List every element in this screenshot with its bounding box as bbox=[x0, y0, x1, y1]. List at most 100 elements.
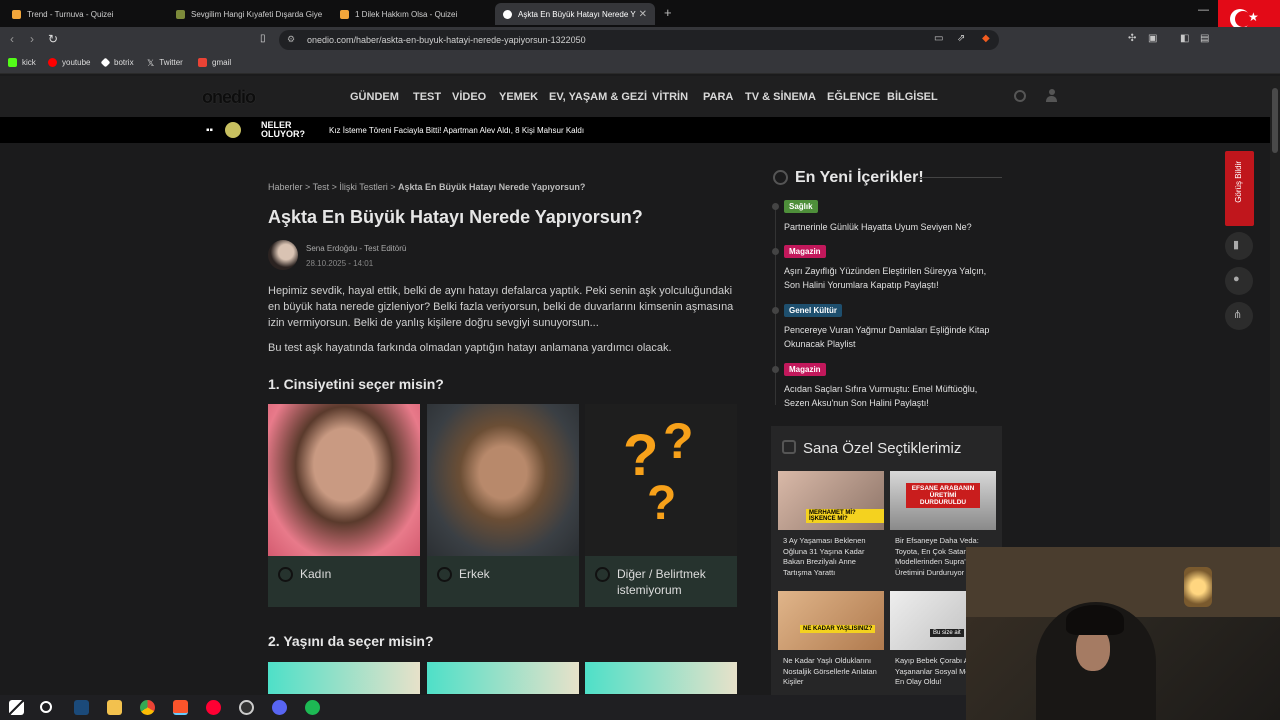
divider bbox=[918, 177, 1002, 178]
nav-link[interactable]: TV & SİNEMA bbox=[745, 91, 816, 103]
share-icon: ⋔ bbox=[1233, 309, 1243, 321]
recommended-card[interactable]: MERHAMET Mİ? İŞKENCE Mİ? 3 Ay Yaşaması B… bbox=[778, 471, 884, 578]
new-tab-button[interactable]: + bbox=[664, 5, 672, 20]
author-name[interactable]: Sena Erdoğdu bbox=[306, 244, 357, 253]
answer-option-erkek[interactable]: Erkek bbox=[427, 404, 579, 607]
sidebar-article-link[interactable]: Aşırı Zayıflığı Yüzünden Eleştirilen Sür… bbox=[784, 264, 1004, 292]
back-arrow-icon[interactable]: ‹ bbox=[10, 32, 14, 46]
forward-arrow-icon[interactable]: › bbox=[30, 32, 34, 46]
youtube-music-icon[interactable] bbox=[206, 700, 221, 715]
answer-option-kadin[interactable]: Kadın bbox=[268, 404, 420, 607]
share-button[interactable]: ⋔ bbox=[1225, 302, 1253, 330]
browser-tab-active[interactable]: Aşkta En Büyük Hatayı Nerede Y ✕ bbox=[495, 3, 655, 25]
nav-link[interactable]: VİDEO bbox=[452, 91, 486, 103]
nav-link[interactable]: YEMEK bbox=[499, 91, 538, 103]
minimize-window-button[interactable]: — bbox=[1198, 4, 1209, 16]
sidebar-article-link[interactable]: Acıdan Saçları Sıfıra Vurmuştu: Emel Müf… bbox=[784, 382, 1004, 410]
card-image: MERHAMET Mİ? İŞKENCE Mİ? bbox=[778, 471, 884, 530]
radio-button[interactable] bbox=[437, 567, 452, 582]
sidebar-toggle-icon[interactable]: ◧ bbox=[1180, 33, 1189, 44]
browser-tab[interactable]: Sevgilim Hangi Kıyafeti Dışarda Giye bbox=[168, 3, 328, 25]
file-explorer-icon[interactable] bbox=[107, 700, 122, 715]
share-icon[interactable]: ⇗ bbox=[957, 33, 965, 44]
save-button[interactable]: ▮ bbox=[1225, 232, 1253, 260]
brave-shield-icon[interactable]: ◆ bbox=[982, 33, 990, 44]
wallet-icon[interactable]: ▣ bbox=[1148, 33, 1157, 44]
latest-content-icon bbox=[773, 170, 788, 185]
breadcrumb-link[interactable]: İlişki Testleri bbox=[339, 182, 387, 192]
onedio-logo[interactable]: onedio bbox=[202, 87, 256, 108]
news-ticker: ▪▪ NELER OLUYOR? Kız İsteme Töreni Facia… bbox=[0, 117, 1270, 143]
discord-icon[interactable] bbox=[272, 700, 287, 715]
address-bar[interactable]: ⚙ onedio.com/haber/askta-en-buyuk-hatayi… bbox=[279, 30, 999, 50]
age-option-image[interactable] bbox=[268, 662, 420, 694]
brave-icon[interactable] bbox=[173, 700, 188, 715]
bookmarks-bar: kick youtube botrix 𝕏 Twitter gmail bbox=[0, 53, 1280, 74]
question-mark-icon: ? bbox=[647, 477, 677, 530]
category-badge[interactable]: Genel Kültür bbox=[784, 304, 843, 317]
card-title: 3 Ay Yaşaması Beklenen Oğluna 31 Yaşına … bbox=[783, 536, 866, 577]
nav-link[interactable]: VİTRİN bbox=[652, 91, 688, 103]
nav-link[interactable]: BİLGİSEL bbox=[887, 91, 938, 103]
bookmark-kick[interactable]: kick bbox=[8, 58, 36, 67]
breadcrumb-link[interactable]: Test bbox=[313, 182, 330, 192]
user-icon[interactable] bbox=[1046, 89, 1057, 102]
chrome-icon[interactable] bbox=[140, 700, 155, 715]
gmail-icon bbox=[198, 58, 207, 67]
search-icon[interactable] bbox=[40, 701, 52, 713]
cast-icon[interactable]: ▭ bbox=[934, 33, 943, 44]
recommended-card[interactable]: NE KADAR YAŞLISINIZ? Ne Kadar Yaşlı Oldu… bbox=[778, 591, 884, 688]
card-overlay-text: NE KADAR YAŞLISINIZ? bbox=[800, 625, 876, 633]
author-avatar[interactable] bbox=[268, 240, 298, 270]
browser-tab[interactable]: Trend - Turnuva - Quizei bbox=[4, 3, 164, 25]
feedback-button[interactable]: Görüş Bildir bbox=[1225, 151, 1254, 226]
nav-link[interactable]: EV, YAŞAM & GEZİ bbox=[549, 91, 647, 103]
spotify-icon[interactable] bbox=[305, 700, 320, 715]
nav-link[interactable]: EĞLENCE bbox=[827, 91, 880, 103]
sidebar-heading: En Yeni İçerikler! bbox=[795, 169, 924, 186]
radio-button[interactable] bbox=[595, 567, 610, 582]
windows-start-icon[interactable] bbox=[9, 700, 24, 715]
bookmark-botrix[interactable]: botrix bbox=[100, 57, 134, 68]
steam-icon[interactable] bbox=[74, 700, 89, 715]
quizei-favicon-icon bbox=[12, 9, 21, 19]
bookmark-youtube[interactable]: youtube bbox=[48, 58, 90, 67]
timeline-dot bbox=[772, 307, 779, 314]
browser-tab[interactable]: 1 Dilek Hakkım Olsa - Quizei bbox=[332, 3, 492, 25]
close-tab-icon[interactable]: ✕ bbox=[639, 9, 647, 20]
grid-icon[interactable]: ▪▪ bbox=[206, 125, 213, 136]
card-image: NE KADAR YAŞLISINIZ? bbox=[778, 591, 884, 650]
site-info-icon[interactable]: ⚙ bbox=[287, 34, 295, 45]
age-option-image[interactable] bbox=[427, 662, 579, 694]
search-icon[interactable] bbox=[1014, 90, 1026, 102]
bookmark-twitter[interactable]: 𝕏 Twitter bbox=[147, 58, 183, 68]
nav-link[interactable]: PARA bbox=[703, 91, 733, 103]
reload-icon[interactable]: ↻ bbox=[48, 32, 58, 46]
scrollbar-thumb[interactable] bbox=[1272, 88, 1278, 153]
sidebar-article-link[interactable]: Pencereye Vuran Yağmur Damlaları Eşliğin… bbox=[784, 323, 1004, 351]
category-badge[interactable]: Magazin bbox=[784, 363, 826, 376]
comments-button[interactable]: ● bbox=[1225, 267, 1253, 295]
timeline-line bbox=[775, 205, 776, 405]
bookmark-gmail[interactable]: gmail bbox=[198, 58, 231, 67]
browser-toolbar: ‹ › ↻ ▯ ⚙ onedio.com/haber/askta-en-buyu… bbox=[0, 27, 1280, 53]
kick-icon bbox=[8, 58, 17, 67]
category-badge[interactable]: Sağlık bbox=[784, 200, 818, 213]
ticker-headline[interactable]: Kız İsteme Töreni Faciayla Bitti! Apartm… bbox=[329, 126, 584, 135]
tab-favicon-icon bbox=[176, 9, 185, 19]
sidebar-article-link[interactable]: Partnerinle Günlük Hayatta Uyum Seviyen … bbox=[784, 220, 1004, 234]
tab-search-icon[interactable]: ▤ bbox=[1200, 33, 1209, 44]
breadcrumb-link[interactable]: Haberler bbox=[268, 182, 303, 192]
age-option-image[interactable] bbox=[585, 662, 737, 694]
nav-link[interactable]: GÜNDEM bbox=[350, 91, 399, 103]
app-icon[interactable] bbox=[239, 700, 254, 715]
bookmark-icon[interactable]: ▯ bbox=[260, 33, 266, 44]
card-title: Ne Kadar Yaşlı Olduklarını Nostaljik Gör… bbox=[783, 656, 877, 686]
nav-link[interactable]: TEST bbox=[413, 91, 441, 103]
x-twitter-icon: 𝕏 bbox=[147, 58, 155, 68]
category-badge[interactable]: Magazin bbox=[784, 245, 826, 258]
radio-button[interactable] bbox=[278, 567, 293, 582]
answer-option-diger[interactable]: ? ? ? Diğer / Belirtmek istemiyorum bbox=[585, 404, 737, 607]
article-title: Aşkta En Büyük Hatayı Nerede Yapıyorsun? bbox=[268, 207, 643, 227]
extensions-icon[interactable]: ✣ bbox=[1128, 33, 1136, 44]
